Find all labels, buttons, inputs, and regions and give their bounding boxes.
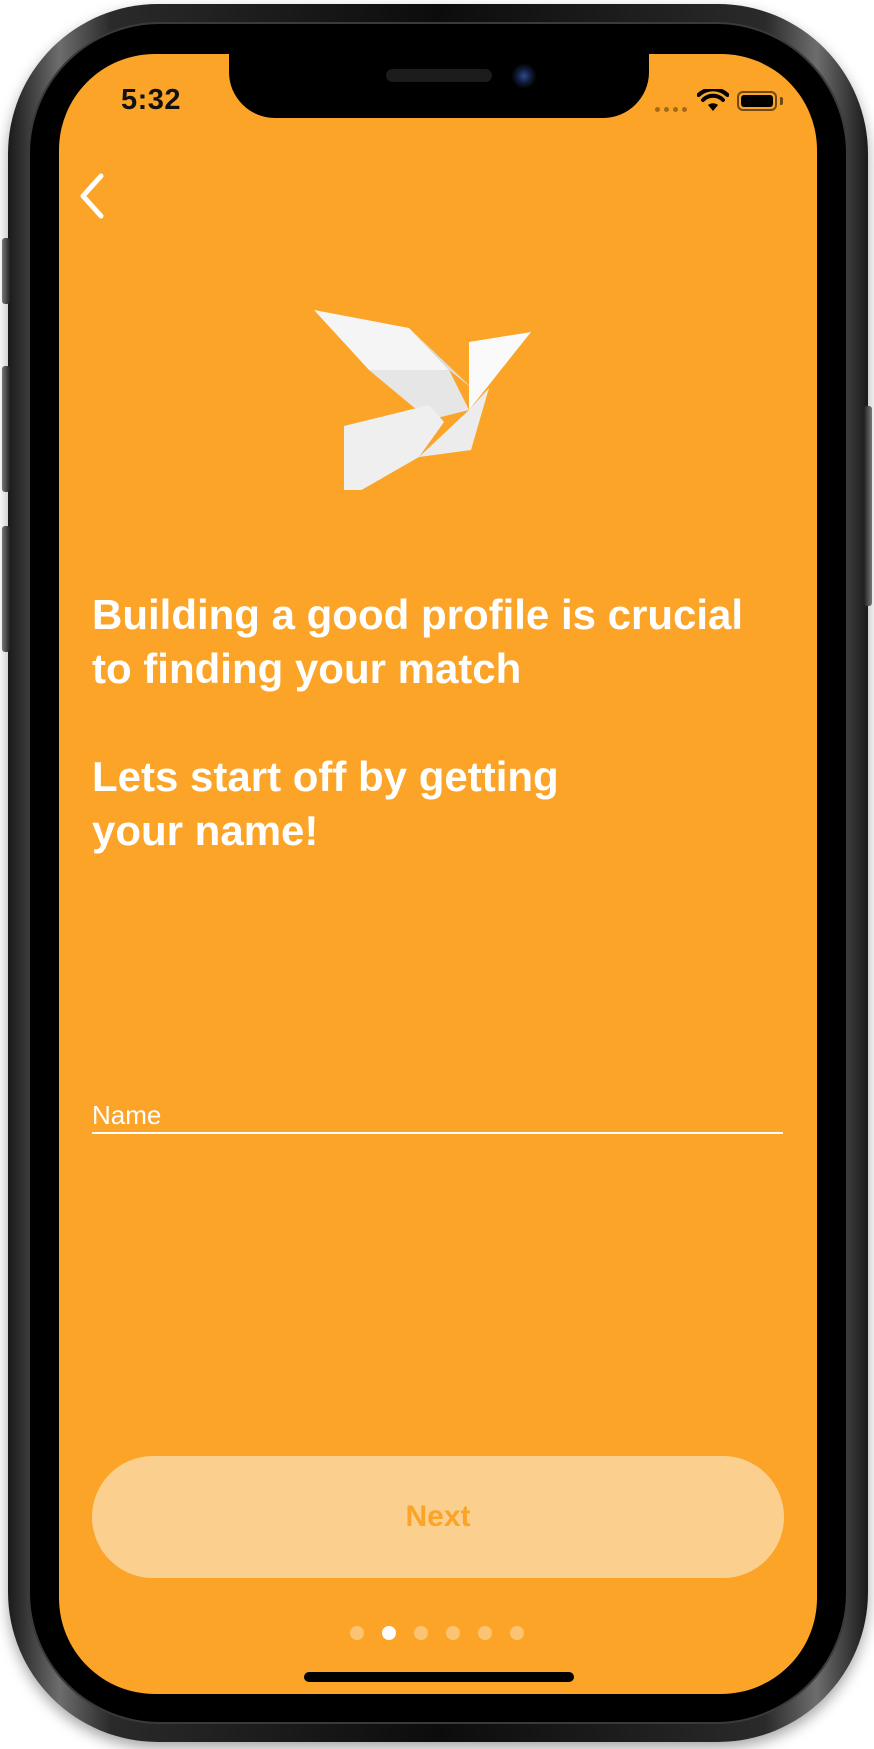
page-dot bbox=[446, 1626, 460, 1640]
mute-switch bbox=[2, 238, 10, 304]
volume-down-button bbox=[2, 526, 10, 652]
chevron-left-icon bbox=[80, 173, 104, 219]
back-button[interactable] bbox=[71, 166, 117, 226]
heading-line-1: Building a good profile is crucial to fi… bbox=[92, 591, 744, 692]
signal-icon bbox=[655, 107, 687, 112]
home-indicator bbox=[304, 1672, 574, 1682]
page-dot bbox=[478, 1626, 492, 1640]
next-button[interactable]: Next bbox=[92, 1456, 784, 1578]
page-dot bbox=[382, 1626, 396, 1640]
wifi-icon bbox=[697, 89, 729, 111]
heading-line-2: Lets start off by getting your name! bbox=[92, 753, 559, 854]
name-field[interactable] bbox=[92, 1100, 783, 1134]
page-dot bbox=[510, 1626, 524, 1640]
page-indicator bbox=[350, 1626, 524, 1640]
volume-up-button bbox=[2, 366, 10, 492]
notch bbox=[229, 54, 649, 118]
status-time: 5:32 bbox=[121, 84, 182, 116]
battery-icon bbox=[737, 91, 777, 111]
speaker-grille bbox=[386, 69, 492, 82]
app-screen: 5:32 Building a good profile is crucial … bbox=[59, 54, 817, 1694]
battery-cap bbox=[780, 97, 783, 105]
origami-bird-icon bbox=[314, 310, 531, 490]
name-input[interactable] bbox=[92, 1100, 783, 1130]
front-camera bbox=[512, 64, 536, 88]
page-dot bbox=[414, 1626, 428, 1640]
power-button bbox=[864, 406, 872, 606]
onboarding-heading: Building a good profile is crucial to fi… bbox=[92, 588, 782, 858]
page-dot bbox=[350, 1626, 364, 1640]
